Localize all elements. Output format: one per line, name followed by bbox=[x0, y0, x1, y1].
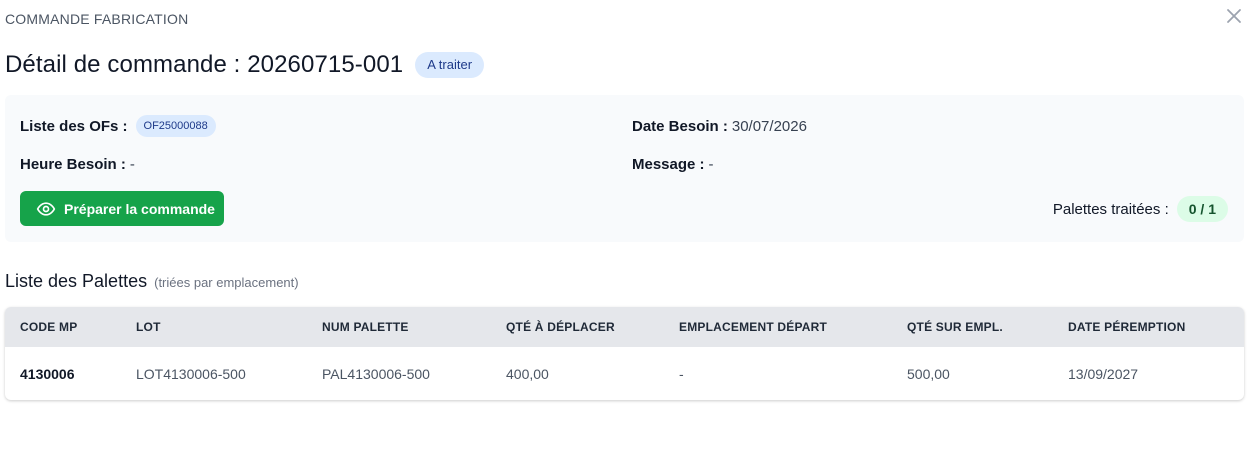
prepare-order-label: Préparer la commande bbox=[64, 200, 215, 217]
column-header-date-peremption[interactable]: DATE PÉREMPTION bbox=[1068, 320, 1185, 334]
message-value: - bbox=[708, 155, 714, 173]
column-header-qte-deplacer[interactable]: QTÉ À DÉPLACER bbox=[506, 320, 615, 334]
prepare-order-button[interactable]: Préparer la commande bbox=[20, 191, 224, 226]
message-field: Message : - bbox=[632, 154, 714, 174]
order-details-panel: Liste des OFs : OF25000088 Date Besoin :… bbox=[5, 95, 1244, 242]
cell-num-palette: PAL4130006-500 bbox=[322, 366, 430, 382]
heure-field: Heure Besoin : - bbox=[20, 154, 135, 174]
cell-qte-sur-empl: 500,00 bbox=[907, 366, 950, 382]
cell-code-mp: 4130006 bbox=[20, 366, 75, 382]
close-icon bbox=[1227, 9, 1241, 23]
eye-icon bbox=[36, 201, 56, 216]
table-header: CODE MP LOT NUM PALETTE QTÉ À DÉPLACER E… bbox=[5, 307, 1244, 347]
palettes-section-title: Liste des Palettes (triées par emplaceme… bbox=[5, 271, 299, 292]
heure-value: - bbox=[129, 155, 135, 173]
heure-label: Heure Besoin : bbox=[20, 155, 126, 173]
cell-qte-deplacer: 400,00 bbox=[506, 366, 549, 382]
ofs-field: Liste des OFs : OF25000088 bbox=[20, 115, 216, 137]
message-label: Message : bbox=[632, 155, 705, 173]
palettes-subtitle: (triées par emplacement) bbox=[154, 275, 299, 290]
palettes-table: CODE MP LOT NUM PALETTE QTÉ À DÉPLACER E… bbox=[5, 307, 1244, 400]
column-header-code-mp[interactable]: CODE MP bbox=[20, 320, 77, 334]
modal-eyebrow: COMMANDE FABRICATION bbox=[5, 11, 189, 27]
close-button[interactable] bbox=[1224, 6, 1244, 26]
date-value: 30/07/2026 bbox=[731, 117, 807, 135]
cell-emplacement-depart: - bbox=[679, 366, 684, 382]
column-header-lot[interactable]: LOT bbox=[136, 320, 161, 334]
cell-date-peremption: 13/09/2027 bbox=[1068, 366, 1139, 382]
column-header-num-palette[interactable]: NUM PALETTE bbox=[322, 320, 409, 334]
table-row[interactable]: 4130006 LOT4130006-500 PAL4130006-500 40… bbox=[5, 347, 1244, 400]
column-header-emplacement-depart[interactable]: EMPLACEMENT DÉPART bbox=[679, 320, 827, 334]
palettes-counter: Palettes traitées : 0 / 1 bbox=[1053, 196, 1228, 222]
column-header-qte-sur-empl[interactable]: QTÉ SUR EMPL. bbox=[907, 320, 1003, 334]
date-label: Date Besoin : bbox=[632, 117, 728, 135]
ofs-label: Liste des OFs : bbox=[20, 117, 128, 135]
palettes-counter-label: Palettes traitées : bbox=[1052, 200, 1169, 218]
date-field: Date Besoin : 30/07/2026 bbox=[632, 115, 807, 137]
of-chip[interactable]: OF25000088 bbox=[135, 115, 216, 137]
page-title: Détail de commande : 20260715-001 bbox=[5, 51, 404, 78]
status-badge: A traiter bbox=[415, 52, 485, 78]
palettes-counter-badge: 0 / 1 bbox=[1176, 196, 1228, 222]
cell-lot: LOT4130006-500 bbox=[136, 366, 246, 382]
title-row: Détail de commande : 20260715-001 A trai… bbox=[5, 48, 485, 82]
palettes-title: Liste des Palettes bbox=[5, 271, 148, 291]
